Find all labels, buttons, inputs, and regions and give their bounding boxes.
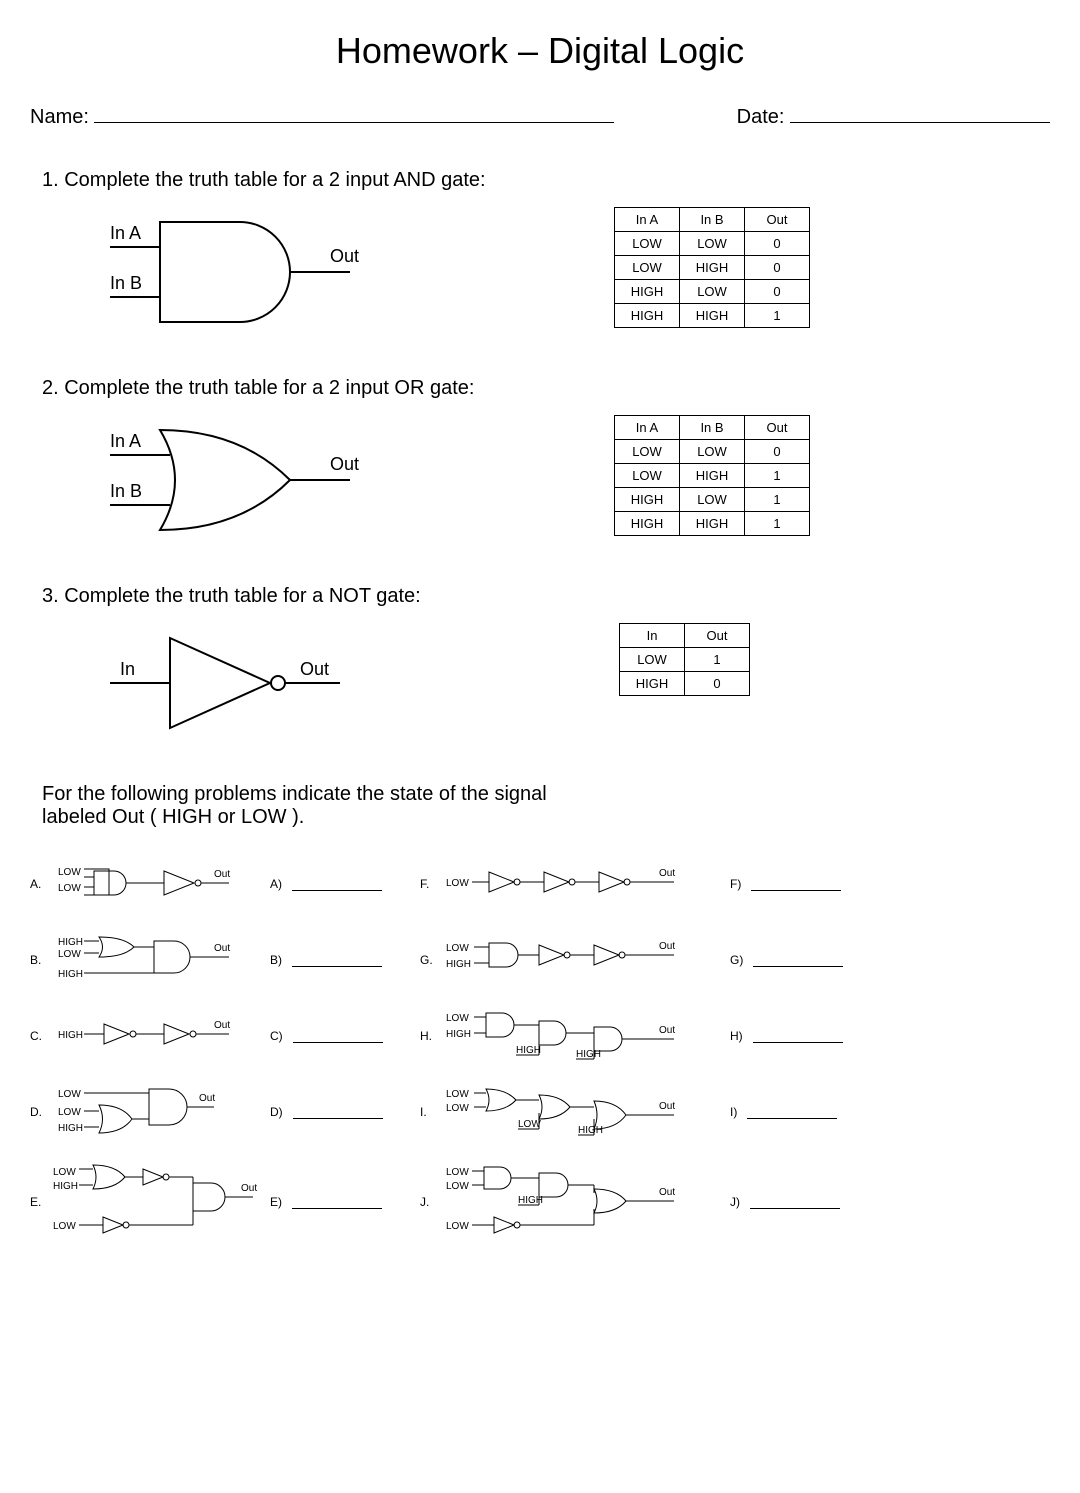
svg-text:HIGH: HIGH <box>446 1029 471 1040</box>
circuit-e: LOW HIGH LOW Out <box>53 1163 260 1241</box>
svg-text:Out: Out <box>659 1025 675 1036</box>
date-label: Date: <box>737 106 785 128</box>
circuit-j: LOW LOW LOW HIGH Out <box>444 1163 714 1241</box>
answer-i[interactable]: I) <box>730 1087 870 1137</box>
problem-a: A. LOW LOW Out <box>30 859 260 909</box>
svg-text:HIGH: HIGH <box>58 937 83 948</box>
problem-j: J. LOW LOW LOW HIGH Out <box>420 1163 720 1241</box>
svg-text:LOW: LOW <box>446 1167 469 1178</box>
svg-text:HIGH: HIGH <box>446 959 471 970</box>
svg-text:HIGH: HIGH <box>53 1181 78 1192</box>
not-gate-diagram: In Out <box>70 623 390 743</box>
name-blank[interactable] <box>94 102 614 123</box>
problems-grid: A. LOW LOW Out B. HIGH LOW HIGH <box>30 859 1050 1241</box>
svg-text:LOW: LOW <box>518 1119 541 1130</box>
answer-a[interactable]: A) <box>270 859 410 909</box>
problem-f: F. LOW Out <box>420 859 720 909</box>
page-title: Homework – Digital Logic <box>30 30 1050 72</box>
svg-text:LOW: LOW <box>58 1089 81 1100</box>
date-field: Date: <box>737 102 1050 129</box>
not-in: In <box>120 659 135 679</box>
svg-text:LOW: LOW <box>58 1107 81 1118</box>
or-in-a: In A <box>110 431 141 451</box>
th: Out <box>745 208 810 232</box>
svg-text:HIGH: HIGH <box>58 969 83 980</box>
question-2: 2. Complete the truth table for a 2 inpu… <box>30 377 1050 545</box>
answer-b[interactable]: B) <box>270 935 410 985</box>
problem-b: B. HIGH LOW HIGH Out <box>30 935 260 985</box>
svg-text:HIGH: HIGH <box>516 1045 541 1056</box>
answer-f[interactable]: F) <box>730 859 870 909</box>
circuit-c: HIGH Out <box>54 1016 254 1056</box>
or-truth-table: In A In B Out LOWLOW0 LOWHIGH1 HIGHLOW1 … <box>614 415 810 536</box>
svg-text:LOW: LOW <box>446 1221 469 1232</box>
problem-h: H. LOW HIGH HIGH HIGH Out <box>420 1011 720 1061</box>
svg-text:Out: Out <box>659 1101 675 1112</box>
answer-c[interactable]: C) <box>270 1011 410 1061</box>
answer-g[interactable]: G) <box>730 935 870 985</box>
question-1: 1. Complete the truth table for a 2 inpu… <box>30 169 1050 337</box>
circuit-a: LOW LOW Out <box>54 861 254 907</box>
and-out: Out <box>330 246 359 266</box>
svg-text:LOW: LOW <box>446 1181 469 1192</box>
circuit-b: HIGH LOW HIGH Out <box>54 935 254 985</box>
or-out: Out <box>330 454 359 474</box>
circuit-f: LOW Out <box>444 864 714 904</box>
circuit-i: LOW LOW LOW HIGH Out <box>444 1085 714 1139</box>
svg-text:Out: Out <box>214 1020 230 1031</box>
problem-c: C. HIGH Out <box>30 1011 260 1061</box>
or-gate-diagram: In A In B Out <box>70 415 390 545</box>
svg-text:Out: Out <box>659 868 675 879</box>
q3-head: 3. Complete the truth table for a NOT ga… <box>42 585 1050 608</box>
svg-text:Out: Out <box>241 1183 257 1194</box>
circuit-d: LOW LOW HIGH Out <box>54 1087 254 1137</box>
q2-head: 2. Complete the truth table for a 2 inpu… <box>42 377 1050 400</box>
q1-head: 1. Complete the truth table for a 2 inpu… <box>42 169 1050 192</box>
or-in-b: In B <box>110 481 142 501</box>
name-label: Name: <box>30 106 89 128</box>
svg-text:LOW: LOW <box>446 1103 469 1114</box>
not-truth-table: In Out LOW1 HIGH0 <box>619 623 750 696</box>
svg-text:LOW: LOW <box>58 883 81 894</box>
circuit-g: LOW HIGH Out <box>444 937 714 983</box>
svg-text:Out: Out <box>659 1187 675 1198</box>
not-out: Out <box>300 659 329 679</box>
problem-e: E. LOW HIGH LOW Out <box>30 1163 260 1241</box>
svg-text:LOW: LOW <box>58 867 81 878</box>
question-3: 3. Complete the truth table for a NOT ga… <box>30 585 1050 743</box>
svg-text:LOW: LOW <box>53 1221 76 1232</box>
answer-e[interactable]: E) <box>270 1163 410 1241</box>
instructions: For the following problems indicate the … <box>42 783 562 829</box>
svg-text:HIGH: HIGH <box>58 1123 83 1134</box>
name-field: Name: <box>30 102 614 129</box>
svg-text:Out: Out <box>214 869 230 880</box>
answer-j[interactable]: J) <box>730 1163 870 1241</box>
svg-text:HIGH: HIGH <box>578 1125 603 1136</box>
th: In B <box>680 208 745 232</box>
problem-g: G. LOW HIGH Out <box>420 935 720 985</box>
answer-h[interactable]: H) <box>730 1011 870 1061</box>
svg-text:HIGH: HIGH <box>58 1030 83 1041</box>
svg-text:LOW: LOW <box>446 943 469 954</box>
and-in-b: In B <box>110 273 142 293</box>
svg-text:LOW: LOW <box>53 1167 76 1178</box>
svg-text:LOW: LOW <box>58 949 81 960</box>
svg-text:LOW: LOW <box>446 1013 469 1024</box>
svg-text:LOW: LOW <box>446 1089 469 1100</box>
svg-text:Out: Out <box>659 941 675 952</box>
problem-i: I. LOW LOW LOW HIGH Out <box>420 1087 720 1137</box>
header-row: Name: Date: <box>30 102 1050 129</box>
and-gate-diagram: In A In B Out <box>70 207 390 337</box>
circuit-h: LOW HIGH HIGH HIGH Out <box>444 1009 714 1063</box>
date-blank[interactable] <box>790 102 1050 123</box>
svg-text:LOW: LOW <box>446 878 469 889</box>
svg-text:Out: Out <box>214 943 230 954</box>
answer-d[interactable]: D) <box>270 1087 410 1137</box>
and-in-a: In A <box>110 223 141 243</box>
problem-d: D. LOW LOW HIGH Out <box>30 1087 260 1137</box>
and-truth-table: In A In B Out LOWLOW0 LOWHIGH0 HIGHLOW0 … <box>614 207 810 328</box>
svg-text:Out: Out <box>199 1093 215 1104</box>
th: In A <box>615 208 680 232</box>
